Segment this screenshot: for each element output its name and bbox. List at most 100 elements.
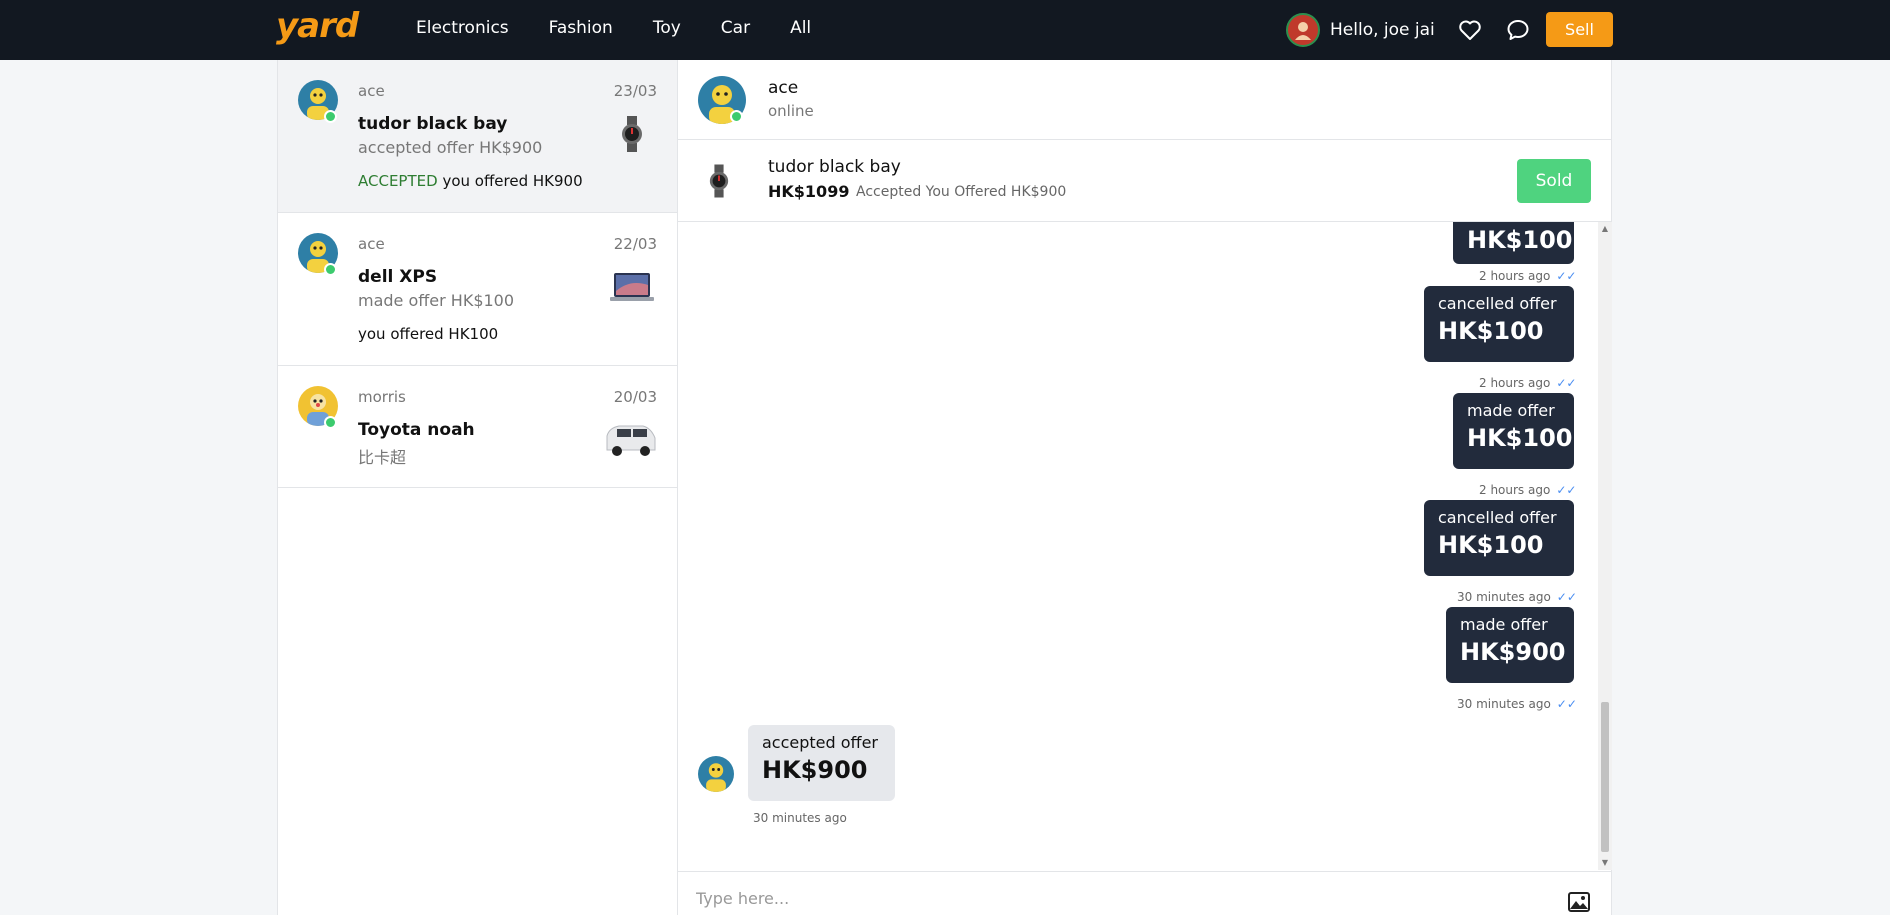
message-timestamp: 30 minutes ago (753, 811, 847, 825)
read-receipt-icon: ✓✓ (1556, 590, 1577, 604)
conversation-item[interactable]: ace 22/03 dell XPS made offer HK$100 you… (278, 213, 677, 366)
product-price: HK$1099 (768, 182, 850, 201)
scroll-down-arrow-icon[interactable]: ▼ (1600, 858, 1610, 868)
offer-amount: HK$100 (1438, 531, 1544, 559)
product-thumbnail (603, 420, 657, 460)
online-indicator (324, 416, 337, 429)
heart-icon[interactable] (1457, 17, 1483, 43)
image-upload-icon[interactable] (1568, 892, 1590, 912)
offer-label: made offer (1460, 615, 1548, 634)
conversation-product-title: Toyota noah (358, 420, 475, 440)
sell-button[interactable]: Sell (1546, 12, 1613, 47)
sent-offer-bubble: HK$100 (1453, 222, 1574, 264)
message-timestamp: 30 minutes ago ✓✓ (1457, 697, 1577, 711)
sent-offer-bubble: made offer HK$900 (1446, 607, 1574, 683)
scrollbar-thumb[interactable] (1601, 702, 1609, 852)
conversation-last-message: 比卡超 (358, 448, 407, 467)
nav-link-fashion[interactable]: Fashion (549, 18, 613, 38)
product-name[interactable]: tudor black bay (768, 157, 901, 177)
read-receipt-icon: ✓✓ (1556, 483, 1577, 497)
sent-offer-bubble: cancelled offer HK$100 (1424, 286, 1574, 362)
message-input[interactable] (696, 884, 1536, 912)
chat-header: ace online (678, 60, 1612, 140)
message-timestamp: 2 hours ago ✓✓ (1479, 269, 1576, 283)
watch-icon (709, 164, 729, 198)
avatar-figure-icon (706, 763, 726, 792)
sender-avatar (698, 756, 734, 792)
user-greeting[interactable]: Hello, joe jai (1330, 20, 1435, 40)
offer-label: cancelled offer (1438, 508, 1557, 527)
offer-amount: HK$100 (1467, 226, 1573, 254)
user-area: Hello, joe jai (1286, 13, 1531, 47)
conversation-list: ace 23/03 tudor black bay accepted offer… (277, 60, 678, 915)
sent-offer-bubble: made offer HK$100 (1453, 393, 1574, 469)
conversation-date: 23/03 (613, 82, 657, 100)
product-thumbnail (607, 267, 657, 307)
conversation-offer-status: ACCEPTED you offered HK900 (358, 172, 583, 190)
conversation-item[interactable]: morris 20/03 Toyota noah 比卡超 (278, 366, 677, 488)
conversation-date: 22/03 (613, 235, 657, 253)
sent-offer-bubble: cancelled offer HK$100 (1424, 500, 1574, 576)
chat-contact-presence: online (768, 102, 814, 120)
watch-icon (622, 116, 642, 152)
offer-status-text: you offered HK100 (358, 325, 499, 343)
laptop-icon (610, 273, 654, 301)
offer-label: made offer (1467, 401, 1555, 420)
chat-contact-name: ace (768, 78, 799, 98)
message-composer (678, 871, 1612, 915)
offer-amount: HK$100 (1467, 424, 1573, 452)
message-scrollbar[interactable]: ▲ ▼ (1598, 222, 1612, 870)
timestamp-text: 30 minutes ago (1457, 590, 1551, 604)
conversation-contact-name: ace (358, 235, 385, 253)
nav-link-car[interactable]: Car (721, 18, 750, 38)
car-icon (606, 425, 656, 456)
yard-logo[interactable]: yard (276, 6, 359, 46)
read-receipt-icon: ✓✓ (1556, 697, 1577, 711)
top-navbar: yard Electronics Fashion Toy Car All Hel… (0, 0, 1890, 60)
online-indicator (324, 110, 337, 123)
message-timestamp: 2 hours ago ✓✓ (1479, 483, 1576, 497)
category-nav: Electronics Fashion Toy Car All (416, 18, 811, 38)
online-indicator (730, 110, 743, 123)
conversation-date: 20/03 (613, 388, 657, 406)
sold-button[interactable]: Sold (1517, 159, 1591, 203)
online-indicator (324, 263, 337, 276)
nav-link-electronics[interactable]: Electronics (416, 18, 509, 38)
nav-link-all[interactable]: All (790, 18, 811, 38)
chat-panel: ace online tudor black bay HK$1099 Accep… (678, 60, 1612, 915)
nav-link-toy[interactable]: Toy (653, 18, 681, 38)
offer-label: accepted offer (762, 733, 878, 752)
conversation-contact-name: ace (358, 82, 385, 100)
scroll-up-arrow-icon[interactable]: ▲ (1600, 224, 1610, 234)
offer-status-text: you offered HK900 (442, 172, 583, 190)
conversation-product-title: dell XPS (358, 267, 438, 287)
offer-amount: HK$900 (1460, 638, 1566, 666)
offer-amount: HK$100 (1438, 317, 1544, 345)
message-thread: HK$100 2 hours ago ✓✓ cancelled offer HK$… (678, 222, 1612, 870)
user-avatar-icon (1295, 22, 1311, 40)
product-thumbnail (607, 114, 657, 154)
timestamp-text: 30 minutes ago (753, 811, 847, 825)
received-offer-bubble: accepted offer HK$900 (748, 725, 895, 801)
timestamp-text: 30 minutes ago (1457, 697, 1551, 711)
product-thumbnail[interactable] (704, 162, 734, 200)
message-timestamp: 2 hours ago ✓✓ (1479, 376, 1576, 390)
timestamp-text: 2 hours ago (1479, 269, 1551, 283)
accepted-tag: ACCEPTED (358, 172, 438, 190)
offer-amount: HK$900 (762, 756, 868, 784)
product-summary-bar: tudor black bay HK$1099 Accepted You Off… (678, 140, 1612, 222)
user-avatar[interactable] (1286, 13, 1320, 47)
chat-bubble-icon[interactable] (1505, 17, 1531, 43)
conversation-item[interactable]: ace 23/03 tudor black bay accepted offer… (278, 60, 677, 213)
product-offer-status: Accepted You Offered HK$900 (856, 184, 1067, 200)
conversation-offer-status: you offered HK100 (358, 325, 498, 343)
conversation-last-message: accepted offer HK$900 (358, 138, 543, 157)
conversation-last-message: made offer HK$100 (358, 291, 515, 310)
read-receipt-icon: ✓✓ (1556, 376, 1577, 390)
timestamp-text: 2 hours ago (1479, 376, 1551, 390)
read-receipt-icon: ✓✓ (1556, 269, 1577, 283)
offer-label: cancelled offer (1438, 294, 1557, 313)
conversation-product-title: tudor black bay (358, 114, 508, 134)
message-timestamp: 30 minutes ago ✓✓ (1457, 590, 1577, 604)
conversation-contact-name: morris (358, 388, 406, 406)
